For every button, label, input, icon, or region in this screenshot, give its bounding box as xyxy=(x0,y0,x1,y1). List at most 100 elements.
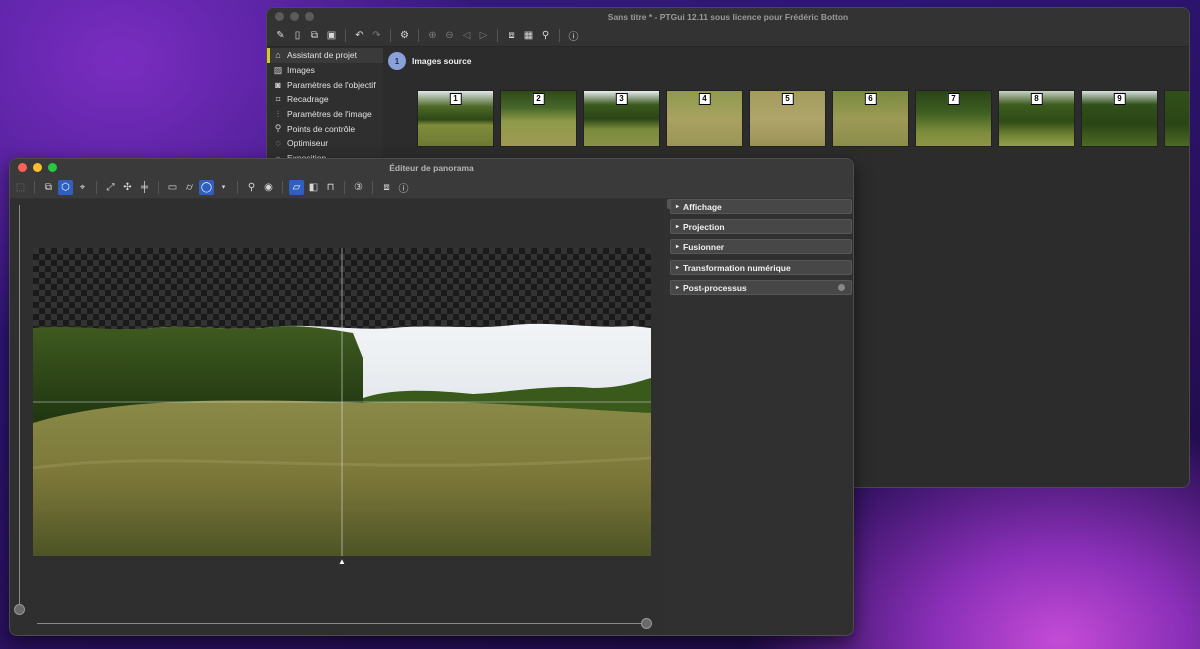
minimize-button[interactable] xyxy=(33,163,42,172)
close-button[interactable] xyxy=(275,12,284,21)
panorama-preview[interactable] xyxy=(33,248,651,556)
image-thumbnail[interactable]: 3 xyxy=(583,90,660,147)
expand-arrow-icon: ▸ xyxy=(676,204,680,210)
fit-icon[interactable]: ⤢ xyxy=(103,180,118,195)
toolbar-divider xyxy=(237,180,238,194)
frame-icon[interactable]: ▱ xyxy=(289,179,304,195)
section-numeric-transform[interactable]: ▸ Transformation numérique xyxy=(670,260,852,275)
new-project-icon[interactable]: ✎ xyxy=(273,28,288,43)
sidebar-item-image-settings[interactable]: ⫶ Paramètres de l'image xyxy=(267,107,383,122)
section-label: Projection xyxy=(683,221,725,232)
pano-edit-icon[interactable]: ⬡ xyxy=(58,179,73,195)
center-marker-icon[interactable]: ▲ xyxy=(338,557,346,566)
expand-arrow-icon: ▸ xyxy=(676,224,680,230)
next-icon[interactable]: ▷ xyxy=(476,28,491,43)
image-thumbnail[interactable]: 7 xyxy=(915,90,992,147)
crosshair-icon[interactable]: ⌖ xyxy=(75,180,90,195)
sidebar-item-label: Recadrage xyxy=(287,94,329,105)
panorama-editor-icon[interactable]: ⧈ xyxy=(504,28,519,43)
number-icon[interactable]: ③ xyxy=(351,180,366,195)
horizontal-slider-handle[interactable] xyxy=(641,618,652,629)
table-icon[interactable]: ▦ xyxy=(521,28,536,43)
section-display[interactable]: ▸ Affichage xyxy=(670,199,852,214)
sidebar-item-images[interactable]: ▨ Images xyxy=(267,63,383,78)
settings-icon[interactable]: ⚙ xyxy=(397,28,412,43)
book-icon[interactable]: ⊓ xyxy=(323,180,338,195)
sidebar-item-optimizer[interactable]: ◌ Optimiseur xyxy=(267,136,383,151)
zoom-button[interactable] xyxy=(305,12,314,21)
cylindrical-icon[interactable]: ⌭ xyxy=(182,180,197,195)
section-post-processing[interactable]: ▸ Post-processus xyxy=(670,280,852,295)
window-controls xyxy=(10,163,57,172)
vertical-slider-handle[interactable] xyxy=(14,604,25,615)
image-thumbnail[interactable]: 9 xyxy=(1081,90,1158,147)
vertical-slider-track[interactable] xyxy=(19,205,20,609)
zoom-out-icon[interactable]: ⊖ xyxy=(442,28,457,43)
thumbnail-number: 9 xyxy=(1113,93,1126,105)
undo-icon[interactable]: ↶ xyxy=(352,28,367,43)
image-thumbnail[interactable]: 5 xyxy=(749,90,826,147)
zoom-button[interactable] xyxy=(48,163,57,172)
eye-icon[interactable]: ◉ xyxy=(261,180,276,195)
image-thumbnail[interactable]: 1 xyxy=(417,90,494,147)
location-icon[interactable]: ⚲ xyxy=(538,28,553,43)
status-dot-icon xyxy=(838,284,845,291)
image-thumbnail[interactable]: 6 xyxy=(832,90,909,147)
editor-side-panel: › ▸ Affichage ▸ Projection ▸ Fusionner ▸… xyxy=(663,199,853,635)
section-label: Post-processus xyxy=(683,282,747,293)
thumbnail-number: 8 xyxy=(1030,93,1043,105)
optimizer-icon: ◌ xyxy=(275,138,281,149)
thumbnail-number: 2 xyxy=(532,93,545,105)
redo-icon[interactable]: ↷ xyxy=(369,28,384,43)
toolbar-divider xyxy=(345,29,346,42)
sidebar-item-crop[interactable]: ⌗ Recadrage xyxy=(267,92,383,107)
spherical-icon[interactable]: ◯ xyxy=(199,179,214,195)
step-badge: 1 xyxy=(388,52,406,70)
open-icon[interactable]: ▯ xyxy=(290,28,305,43)
window-title: Éditeur de panorama xyxy=(389,162,474,173)
section-blend[interactable]: ▸ Fusionner xyxy=(670,239,852,254)
rectilinear-icon[interactable]: ▭ xyxy=(165,180,180,195)
image-thumbnail[interactable] xyxy=(1164,90,1189,147)
layers-icon[interactable]: ⧈ xyxy=(379,180,394,195)
level-icon[interactable]: ╪ xyxy=(137,180,152,195)
toolbar-divider xyxy=(497,29,498,42)
panorama-editor-window: Éditeur de panorama ⬚ ⧉ ⬡ ⌖ ⤢ ✣ ╪ ▭ ⌭ ◯ … xyxy=(9,158,854,636)
save-icon[interactable]: ▣ xyxy=(324,28,339,43)
help-icon[interactable]: ⓘ xyxy=(396,180,411,195)
zoom-icon[interactable]: ⚲ xyxy=(244,180,259,195)
section-projection[interactable]: ▸ Projection xyxy=(670,219,852,234)
expand-arrow-icon: ▸ xyxy=(676,285,680,291)
pano-view-icon[interactable]: ⧉ xyxy=(41,180,56,195)
image-thumbnail[interactable]: 8 xyxy=(998,90,1075,147)
zoom-in-icon[interactable]: ⊕ xyxy=(425,28,440,43)
help-icon[interactable]: ⓘ xyxy=(566,28,581,43)
sidebar-item-control-points[interactable]: ⚲ Points de contrôle xyxy=(267,121,383,136)
image-thumbnail[interactable]: 4 xyxy=(666,90,743,147)
minimize-button[interactable] xyxy=(290,12,299,21)
toolbar-divider xyxy=(34,180,35,194)
main-titlebar: Sans titre * - PTGui 12.11 sous licence … xyxy=(267,8,1189,25)
toolbar-divider xyxy=(559,29,560,42)
sidebar-item-label: Points de contrôle xyxy=(287,123,356,134)
select-icon[interactable]: ⬚ xyxy=(13,180,28,195)
panorama-canvas[interactable]: ▲ xyxy=(10,199,663,635)
crop-icon: ⌗ xyxy=(275,93,281,104)
dropdown-icon[interactable]: ▾ xyxy=(216,180,231,195)
thumbnail-number: 3 xyxy=(615,93,628,105)
previous-icon[interactable]: ◁ xyxy=(459,28,474,43)
pano-titlebar: Éditeur de panorama xyxy=(10,159,853,176)
center-icon[interactable]: ✣ xyxy=(120,180,135,195)
sliders-icon: ⫶ xyxy=(276,108,280,119)
close-button[interactable] xyxy=(18,163,27,172)
sidebar-item-label: Paramètres de l'objectif xyxy=(287,79,376,90)
sidebar-item-project-assistant[interactable]: ⌂ Assistant de projet xyxy=(267,48,383,63)
horizontal-slider-track[interactable] xyxy=(37,623,647,624)
half-frame-icon[interactable]: ◧ xyxy=(306,180,321,195)
copy-icon[interactable]: ⧉ xyxy=(307,28,322,43)
image-thumbnail[interactable]: 2 xyxy=(500,90,577,147)
thumbnail-number: 5 xyxy=(781,93,794,105)
window-title: Sans titre * - PTGui 12.11 sous licence … xyxy=(607,11,849,22)
step-title: Images source xyxy=(412,56,472,66)
sidebar-item-lens-settings[interactable]: ◙ Paramètres de l'objectif xyxy=(267,77,383,92)
